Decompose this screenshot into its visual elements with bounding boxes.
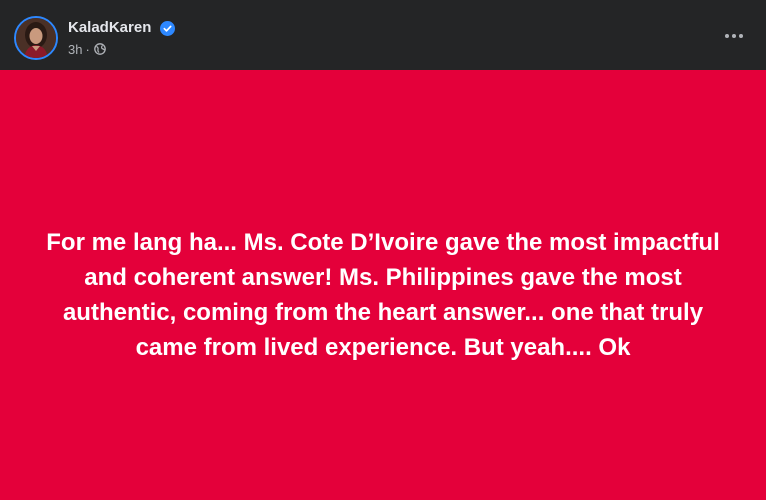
post-text: For me lang ha... Ms. Cote D’Ivoire gave…: [46, 229, 720, 361]
globe-icon[interactable]: [93, 43, 106, 55]
facebook-post: KaladKaren 3h · For me lang ha... Ms. Co…: [0, 0, 766, 500]
more-options-icon: [725, 34, 729, 38]
post-text-background: For me lang ha... Ms. Cote D’Ivoire gave…: [0, 70, 766, 500]
more-options-button[interactable]: [716, 22, 752, 50]
verified-badge-icon: [160, 21, 175, 36]
avatar-image: [16, 18, 56, 58]
post-header: KaladKaren 3h ·: [0, 0, 766, 70]
author-name[interactable]: KaladKaren: [68, 18, 151, 38]
timestamp[interactable]: 3h: [68, 42, 82, 57]
meta-separator: ·: [85, 41, 90, 57]
avatar[interactable]: [14, 16, 58, 60]
post-meta: 3h ·: [68, 40, 106, 58]
